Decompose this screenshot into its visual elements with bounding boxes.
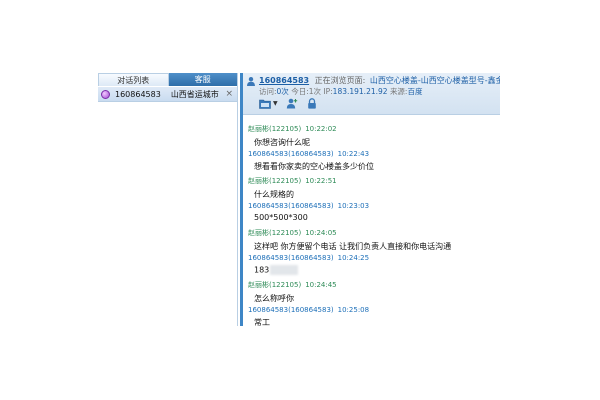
message-sender: 赵丽彬(122105) xyxy=(248,177,302,185)
visitor-browsing-line: 160864583 正在浏览页面: 山西空心楼盖-山西空心楼盖型号-鑫金利建材 xyxy=(259,75,500,86)
ip-label: IP: xyxy=(323,87,333,96)
visitor-id-link[interactable]: 160864583 xyxy=(259,76,309,85)
message-text: 183 xyxy=(254,265,270,275)
message-time: 10:24:05 xyxy=(305,229,337,237)
chat-panel: 160864583 正在浏览页面: 山西空心楼盖-山西空心楼盖型号-鑫金利建材 … xyxy=(240,73,500,328)
chat-message: 赵丽彬(122105) 10:22:02 你想咨询什么呢 xyxy=(248,124,488,148)
browsing-label: 正在浏览页面: xyxy=(314,76,366,85)
message-time: 10:24:25 xyxy=(337,254,370,262)
panel-tabs: 对话列表 客服 xyxy=(98,73,237,86)
visits-value: 0次 xyxy=(276,87,289,96)
chat-toolbar: ▼ xyxy=(259,98,318,109)
close-icon[interactable]: × xyxy=(225,89,233,99)
message-sender: 160864583(160864583) xyxy=(248,306,334,314)
visitor-stats: 访问:0次 今日:1次 IP:183.191.21.92 来源:百度 xyxy=(259,86,422,97)
source-value: 百度 xyxy=(407,87,423,96)
message-text: 你想咨询什么呢 xyxy=(254,138,310,147)
chat-message: 赵丽彬(122105) 10:24:45 怎么称呼你 xyxy=(248,280,488,304)
message-meta: 160864583(160864583) 10:23:03 xyxy=(248,202,488,210)
visitor-city: 山西省运城市 xyxy=(170,89,219,99)
message-sender: 160864583(160864583) xyxy=(248,254,334,262)
chat-message: 160864583(160864583) 10:25:08 常工 xyxy=(248,306,488,328)
chat-message: 160864583(160864583) 10:23:03 500*500*300 xyxy=(248,202,488,222)
add-user-icon[interactable] xyxy=(286,98,298,109)
message-meta: 赵丽彬(122105) 10:22:02 xyxy=(248,124,488,134)
chevron-down-icon[interactable]: ▼ xyxy=(273,100,278,107)
chat-header: 160864583 正在浏览页面: 山西空心楼盖-山西空心楼盖型号-鑫金利建材 … xyxy=(243,73,500,115)
visits-label: 访问: xyxy=(259,87,277,96)
ip-value: 183.191.21.92 xyxy=(332,87,388,96)
message-time: 10:23:03 xyxy=(337,202,370,210)
message-sender: 160864583(160864583) xyxy=(248,150,334,158)
chat-message: 赵丽彬(122105) 10:24:05 这样吧 你方便留个电话 让我们负责人直接… xyxy=(248,228,488,252)
message-text: 怎么称呼你 xyxy=(254,294,294,303)
message-sender: 赵丽彬(122105) xyxy=(248,281,302,289)
message-meta: 160864583(160864583) 10:25:08 xyxy=(248,306,488,314)
today-label: 今日: xyxy=(291,87,309,96)
message-sender: 赵丽彬(122105) xyxy=(248,229,302,237)
redacted-block xyxy=(270,265,299,275)
message-time: 10:22:43 xyxy=(337,150,370,158)
message-text: 什么规格的 xyxy=(254,190,294,199)
chat-message: 160864583(160864583) 10:24:25 183 xyxy=(248,254,488,275)
tab-conversation-list[interactable]: 对话列表 xyxy=(98,73,169,86)
tab-agents[interactable]: 客服 xyxy=(168,73,237,86)
visitor-id: 160864583 xyxy=(115,89,161,99)
message-text: 500*500*300 xyxy=(254,213,308,222)
lock-icon[interactable] xyxy=(306,98,318,109)
message-meta: 160864583(160864583) 10:22:43 xyxy=(248,150,488,158)
message-sender: 160864583(160864583) xyxy=(248,202,334,210)
message-time: 10:25:08 xyxy=(337,306,370,314)
message-time: 10:24:45 xyxy=(305,281,337,289)
message-text: 这样吧 你方便留个电话 让我们负责人直接和你电话沟通 xyxy=(254,242,452,251)
chat-message: 160864583(160864583) 10:22:43 想看看你家卖的空心楼盖… xyxy=(248,150,488,172)
message-text-wrap: 183 xyxy=(248,265,488,275)
message-meta: 赵丽彬(122105) 10:24:05 xyxy=(248,228,488,238)
visitor-status-icon xyxy=(101,89,110,99)
message-time: 10:22:51 xyxy=(305,177,337,185)
conversation-panel: 对话列表 客服 160864583 山西省运城市 × xyxy=(98,73,238,326)
source-label: 来源: xyxy=(389,87,408,96)
message-meta: 赵丽彬(122105) 10:24:45 xyxy=(248,280,488,290)
message-text: 常工 xyxy=(254,318,270,327)
chat-message: 赵丽彬(122105) 10:22:51 什么规格的 xyxy=(248,176,488,200)
user-icon xyxy=(247,77,255,86)
message-time: 10:22:02 xyxy=(305,125,337,133)
message-sender: 赵丽彬(122105) xyxy=(248,125,302,133)
message-meta: 赵丽彬(122105) 10:22:51 xyxy=(248,176,488,186)
today-value: 1次 xyxy=(308,87,322,96)
visitor-list-item[interactable]: 160864583 山西省运城市 × xyxy=(98,87,237,102)
message-meta: 160864583(160864583) 10:24:25 xyxy=(248,254,488,262)
chat-messages: 赵丽彬(122105) 10:22:02 你想咨询什么呢 160864583(16… xyxy=(243,116,500,328)
page-title-link[interactable]: 山西空心楼盖-山西空心楼盖型号-鑫金利建材 xyxy=(370,76,500,85)
message-text: 想看看你家卖的空心楼盖多少价位 xyxy=(254,162,374,171)
folder-icon[interactable] xyxy=(259,98,271,109)
